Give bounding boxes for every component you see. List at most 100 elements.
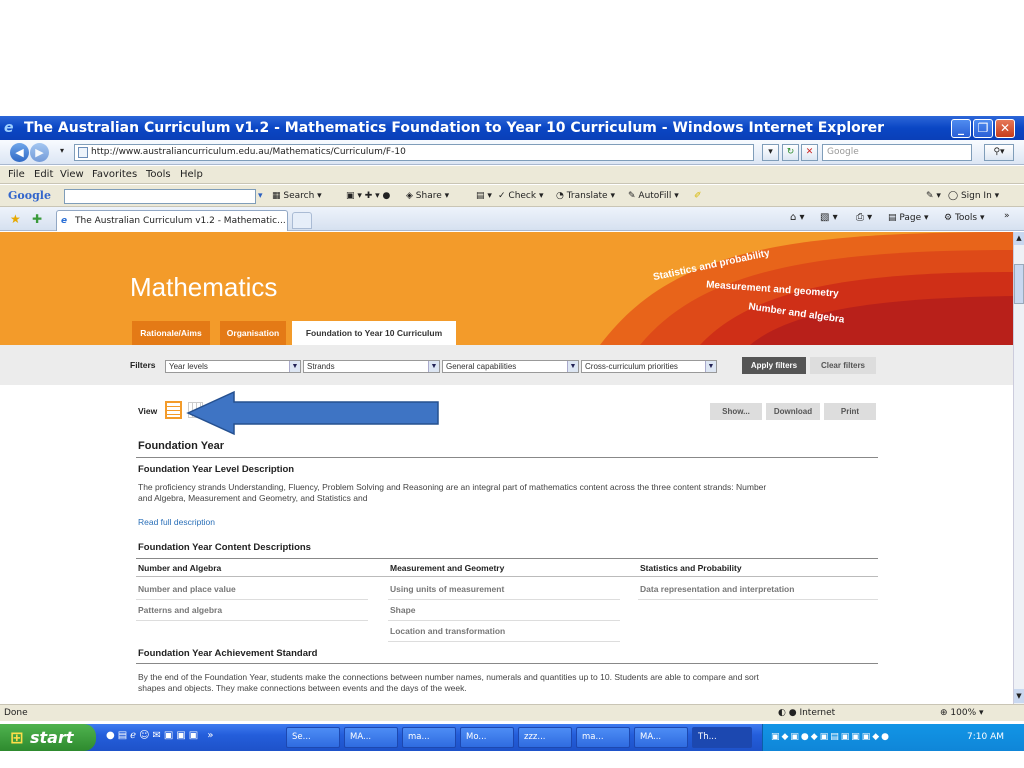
- print-button[interactable]: Print: [824, 403, 876, 420]
- taskbar-button-4[interactable]: Mo...: [460, 727, 514, 748]
- stop-icon[interactable]: ✕: [801, 144, 818, 161]
- zone-indicator: ◐ ● Internet: [778, 708, 836, 718]
- menu-help[interactable]: Help: [180, 166, 203, 184]
- apply-filters-button[interactable]: Apply filters: [742, 357, 806, 374]
- filters-label: Filters: [130, 360, 156, 370]
- tab-foundation-curriculum[interactable]: Foundation to Year 10 Curriculum: [292, 321, 456, 345]
- taskbar-button-7[interactable]: MA...: [634, 727, 688, 748]
- column-header-measurement: Measurement and Geometry: [390, 563, 505, 573]
- refresh-icon[interactable]: ↻: [782, 144, 799, 161]
- google-share-button[interactable]: ◈ Share ▾: [406, 185, 449, 207]
- taskbar-button-5[interactable]: zzz...: [518, 727, 572, 748]
- highlighter-icon[interactable]: ✐: [694, 185, 702, 207]
- menu-tools[interactable]: Tools: [146, 166, 171, 184]
- google-search-button[interactable]: ▦ Search ▾: [272, 185, 322, 207]
- filters-bar: Filters Year levels ▼ Strands ▼ General ca…: [0, 345, 1013, 385]
- close-button[interactable]: ✕: [995, 119, 1015, 138]
- tab-rationale[interactable]: Rationale/Aims: [132, 321, 210, 345]
- page-icon: [78, 147, 88, 158]
- select-arrow-icon: ▼: [289, 361, 300, 372]
- taskbar-button-6[interactable]: ma...: [576, 727, 630, 748]
- content-link-units-measurement[interactable]: Using units of measurement: [388, 579, 620, 600]
- tab-active[interactable]: e The Australian Curriculum v1.2 - Mathe…: [56, 210, 288, 231]
- back-icon[interactable]: ◀: [10, 143, 29, 162]
- tools-menu[interactable]: ⚙ Tools ▾: [944, 213, 985, 223]
- taskbar-button-1[interactable]: Se...: [286, 727, 340, 748]
- menu-file[interactable]: File: [8, 166, 25, 184]
- scroll-up-icon[interactable]: ▲: [1014, 232, 1024, 245]
- year-heading: Foundation Year: [138, 440, 224, 452]
- windows-logo-icon: ⊞: [10, 728, 24, 747]
- google-signin-button[interactable]: ◯ Sign In ▾: [948, 185, 999, 207]
- clear-filters-button[interactable]: Clear filters: [810, 357, 876, 374]
- new-tab-button[interactable]: [292, 212, 312, 229]
- address-url: http://www.australiancurriculum.edu.au/M…: [91, 147, 406, 157]
- windows-taskbar: ⊞ start ●▤ℯ☺✉▣▣▣ » Se... MA... ma... Mo.…: [0, 724, 1024, 751]
- list-view-icon[interactable]: [165, 401, 182, 419]
- feeds-icon[interactable]: ▧ ▾: [820, 212, 838, 223]
- search-input[interactable]: Google: [822, 144, 972, 161]
- address-bar[interactable]: http://www.australiancurriculum.edu.au/M…: [74, 144, 754, 161]
- print-icon[interactable]: ⎙ ▾: [856, 212, 872, 223]
- add-favorite-icon[interactable]: ✚: [32, 212, 42, 226]
- tab-bar: ★ ✚ e The Australian Curriculum v1.2 - M…: [0, 207, 1024, 231]
- google-toolbar: Google ▾ ▦ Search ▾ ▣ ▾ ✚ ▾ ● ◈ Share ▾ …: [0, 185, 1024, 207]
- quick-launch-icons[interactable]: ●▤ℯ☺✉▣▣▣ »: [106, 730, 217, 741]
- content-link-shape[interactable]: Shape: [388, 600, 620, 621]
- page-menu[interactable]: ▤ Page ▾: [888, 213, 929, 223]
- system-tray: ▣◆▣●◆▣▤▣▣▣◆● 7:10 AM: [762, 724, 1024, 751]
- menu-favorites[interactable]: Favorites: [92, 166, 137, 184]
- column-header-number: Number and Algebra: [138, 563, 222, 573]
- status-bar: Done ◐ ● Internet ⊕ 100% ▾: [0, 704, 1024, 721]
- show-button[interactable]: Show...: [710, 403, 762, 420]
- favorites-star-icon[interactable]: ★: [10, 212, 21, 226]
- content-link-patterns-algebra[interactable]: Patterns and algebra: [136, 600, 368, 621]
- tray-icons[interactable]: ▣◆▣●◆▣▤▣▣▣◆●: [771, 724, 891, 751]
- google-check-button[interactable]: ✓ Check ▾: [498, 185, 543, 207]
- minimize-button[interactable]: _: [951, 119, 971, 138]
- content-link-data-representation[interactable]: Data representation and interpretation: [638, 579, 878, 600]
- google-search-go-icon[interactable]: ▾: [258, 185, 263, 207]
- menu-view[interactable]: View: [60, 166, 84, 184]
- taskbar-button-8[interactable]: Th...: [692, 727, 752, 748]
- history-dropdown-icon[interactable]: ▾: [60, 146, 64, 155]
- tab-organisation[interactable]: Organisation: [220, 321, 286, 345]
- content-link-number-place-value[interactable]: Number and place value: [136, 579, 368, 600]
- forward-icon[interactable]: ▶: [30, 143, 49, 162]
- google-toolbar-icons[interactable]: ▣ ▾ ✚ ▾ ●: [346, 185, 390, 207]
- address-dropdown-icon[interactable]: ▾: [762, 144, 779, 161]
- taskbar-button-3[interactable]: ma...: [402, 727, 456, 748]
- select-arrow-icon: ▼: [705, 361, 716, 372]
- search-go-icon[interactable]: ⚲▾: [984, 144, 1014, 161]
- vertical-scrollbar[interactable]: ▲ ▼: [1013, 232, 1024, 704]
- chevron-right-icon[interactable]: »: [1004, 211, 1010, 221]
- general-capabilities-select[interactable]: General capabilities ▼: [442, 360, 579, 373]
- tab-label: The Australian Curriculum v1.2 - Mathema…: [75, 216, 286, 226]
- zoom-control[interactable]: ⊕ 100% ▾: [940, 705, 984, 721]
- menu-edit[interactable]: Edit: [34, 166, 53, 184]
- scroll-down-icon[interactable]: ▼: [1014, 689, 1024, 703]
- read-full-description-link[interactable]: Read full description: [138, 517, 215, 528]
- maximize-button[interactable]: ❐: [973, 119, 993, 138]
- year-levels-select[interactable]: Year levels ▼: [165, 360, 301, 373]
- select-arrow-icon: ▼: [428, 361, 439, 372]
- home-icon[interactable]: ⌂ ▾: [790, 212, 805, 223]
- page-title: Mathematics: [130, 272, 278, 302]
- google-options-icon[interactable]: ▤ ▾: [476, 185, 492, 207]
- content-descriptions-heading: Foundation Year Content Descriptions: [138, 542, 311, 553]
- download-button[interactable]: Download: [766, 403, 820, 420]
- select-arrow-icon: ▼: [567, 361, 578, 372]
- google-translate-button[interactable]: ◔ Translate ▾: [556, 185, 615, 207]
- status-text: Done: [4, 708, 28, 718]
- google-autofill-button[interactable]: ✎ AutoFill ▾: [628, 185, 679, 207]
- taskbar-button-2[interactable]: MA...: [344, 727, 398, 748]
- google-search-input[interactable]: [64, 189, 256, 204]
- wrench-icon[interactable]: ✎ ▾: [926, 185, 941, 207]
- content-link-location-transformation[interactable]: Location and transformation: [388, 621, 620, 642]
- level-description-heading: Foundation Year Level Description: [138, 464, 295, 475]
- scroll-thumb[interactable]: [1014, 264, 1024, 304]
- cross-curriculum-select[interactable]: Cross-curriculum priorities ▼: [581, 360, 717, 373]
- window-titlebar[interactable]: e The Australian Curriculum v1.2 - Mathe…: [0, 116, 1024, 140]
- strands-select[interactable]: Strands ▼: [303, 360, 440, 373]
- start-button[interactable]: ⊞ start: [0, 724, 96, 751]
